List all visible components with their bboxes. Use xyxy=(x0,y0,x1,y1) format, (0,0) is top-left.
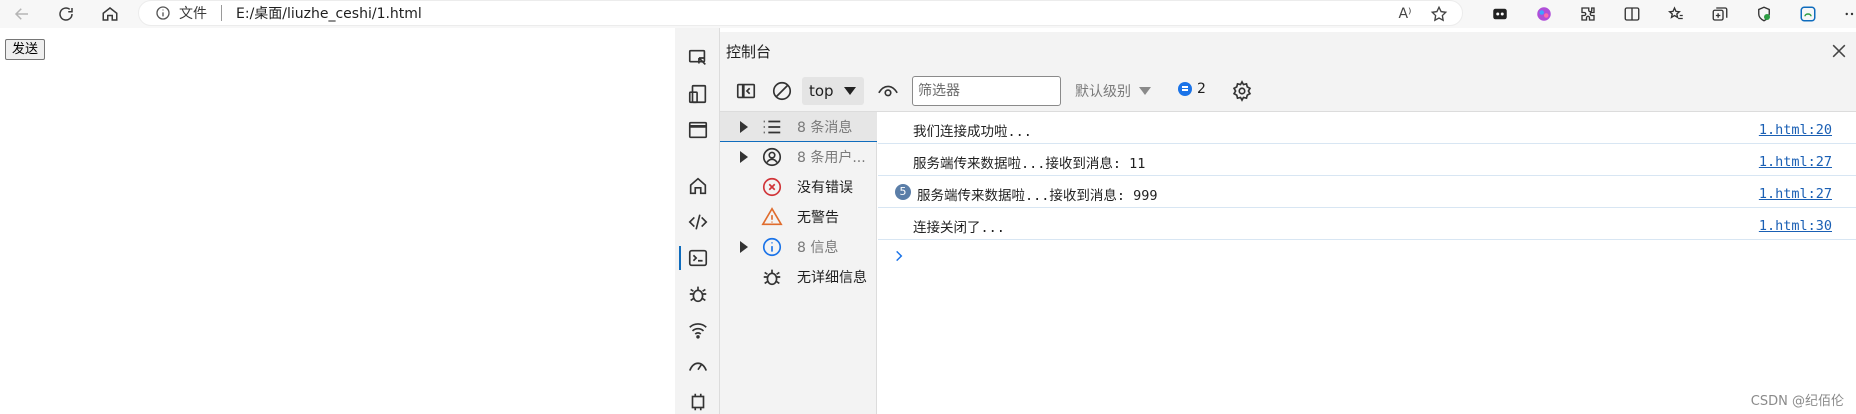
console-prompt-chevron-icon[interactable] xyxy=(892,249,906,267)
collections-icon[interactable] xyxy=(1698,0,1742,28)
sidebar-item-label: 8 信息 xyxy=(797,240,839,256)
filter-input[interactable] xyxy=(912,76,1061,106)
bug-icon xyxy=(760,265,784,289)
address-bar-actions: A⁾ xyxy=(1392,3,1452,25)
back-arrow-icon xyxy=(14,8,28,20)
live-expression-eye-icon[interactable] xyxy=(876,80,900,102)
log-source-link[interactable]: 1.html:20 xyxy=(1759,122,1832,138)
log-row: 5 服务端传来数据啦...接收到消息: 999 1.html:27 xyxy=(878,176,1856,208)
expand-arrow-icon[interactable] xyxy=(740,241,748,253)
console-panel-icon[interactable] xyxy=(675,240,720,276)
sidebar-item-warnings[interactable]: 无警告 xyxy=(720,202,877,232)
extensions-puzzle-icon[interactable] xyxy=(1566,0,1610,28)
close-icon[interactable] xyxy=(1828,40,1850,62)
warning-icon xyxy=(760,205,784,229)
sidebar-item-label: 没有错误 xyxy=(797,180,853,196)
list-icon xyxy=(760,115,784,139)
log-source-link[interactable]: 1.html:30 xyxy=(1759,218,1832,234)
console-sidebar: 8 条消息 8 条用户... 没有错误 无警告 8 信息 无详细信息 xyxy=(720,112,877,414)
performance-gauge-icon[interactable] xyxy=(675,348,720,384)
clear-console-icon[interactable] xyxy=(770,80,794,102)
memory-chip-icon[interactable] xyxy=(675,384,720,414)
log-level-value: 默认级别 xyxy=(1075,84,1131,100)
chevron-down-icon xyxy=(1139,87,1151,95)
chevron-down-icon xyxy=(844,87,856,95)
issues-count: 2 xyxy=(1197,81,1206,97)
home-panel-icon[interactable] xyxy=(675,168,720,204)
log-message: 服务端传来数据啦...接收到消息: 11 xyxy=(913,156,1146,172)
expand-arrow-icon[interactable] xyxy=(740,120,748,133)
url-text[interactable]: E:/桌面/liuzhe_ceshi/1.html xyxy=(236,3,422,23)
sidebar-item-errors[interactable]: 没有错误 xyxy=(720,172,877,202)
sidebar-item-label: 8 条消息 xyxy=(797,119,853,136)
home-button[interactable] xyxy=(90,0,130,28)
log-row: 我们连接成功啦... 1.html:20 xyxy=(878,112,1856,144)
sidebar-item-label: 8 条用户... xyxy=(797,150,866,166)
log-message: 我们连接成功啦... xyxy=(913,124,1032,140)
info-icon xyxy=(760,235,784,259)
favorites-icon[interactable] xyxy=(1654,0,1698,28)
split-screen-icon[interactable] xyxy=(1610,0,1654,28)
expand-arrow-icon[interactable] xyxy=(740,151,748,163)
send-button[interactable]: 发送 xyxy=(5,39,46,60)
issues-counter[interactable]: 2 xyxy=(1178,81,1206,97)
extension-dark-icon[interactable] xyxy=(1478,0,1522,28)
elements-code-icon[interactable] xyxy=(675,204,720,240)
address-separator xyxy=(221,5,222,21)
welcome-panel-icon[interactable] xyxy=(675,112,720,148)
console-toolbar: top 默认级别 2 xyxy=(720,70,1856,112)
issues-icon xyxy=(1178,82,1192,96)
sidebar-item-info[interactable]: 8 信息 xyxy=(720,232,877,262)
repeat-count-badge: 5 xyxy=(895,184,911,200)
devtools-header: 控制台 xyxy=(720,32,1856,70)
sidebar-item-label: 无详细信息 xyxy=(797,270,867,286)
refresh-icon xyxy=(59,7,73,21)
log-message: 服务端传来数据啦...接收到消息: 999 xyxy=(917,188,1158,204)
log-row: 连接关闭了... 1.html:30 xyxy=(878,208,1856,240)
address-bar[interactable]: 文件 E:/桌面/liuzhe_ceshi/1.html A⁾ xyxy=(138,0,1463,26)
log-source-link[interactable]: 1.html:27 xyxy=(1759,154,1832,170)
sources-bug-icon[interactable] xyxy=(675,276,720,312)
settings-gear-icon[interactable] xyxy=(1230,80,1254,102)
sidebar-item-label: 无警告 xyxy=(797,210,839,226)
favorite-star-icon[interactable] xyxy=(1426,3,1452,25)
file-label: 文件 xyxy=(179,6,207,22)
sidebar-item-messages[interactable]: 8 条消息 xyxy=(720,112,877,142)
home-icon xyxy=(102,7,118,21)
back-button[interactable] xyxy=(2,0,42,28)
log-source-link[interactable]: 1.html:27 xyxy=(1759,186,1832,202)
browser-essentials-icon[interactable] xyxy=(1742,0,1786,28)
devtools-title: 控制台 xyxy=(726,42,772,61)
device-emulation-icon[interactable] xyxy=(675,76,720,112)
sidebar-item-verbose[interactable]: 无详细信息 xyxy=(720,262,877,292)
log-level-select[interactable]: 默认级别 xyxy=(1075,81,1151,101)
more-options-icon[interactable] xyxy=(1830,0,1856,28)
extension-colorful-icon[interactable] xyxy=(1522,0,1566,28)
read-aloud-icon[interactable]: A⁾ xyxy=(1392,3,1418,25)
inspect-element-icon[interactable] xyxy=(675,40,720,76)
error-icon xyxy=(760,175,784,199)
info-icon[interactable] xyxy=(155,5,171,21)
page-content: 发送 xyxy=(0,28,675,414)
sidebar-item-user-messages[interactable]: 8 条用户... xyxy=(720,142,877,172)
extension-icons xyxy=(1478,0,1856,28)
console-log: 我们连接成功啦... 1.html:20 服务端传来数据啦...接收到消息: 1… xyxy=(878,112,1856,414)
context-select[interactable]: top xyxy=(802,77,864,105)
toggle-sidebar-icon[interactable] xyxy=(734,80,758,102)
network-wifi-icon[interactable] xyxy=(675,312,720,348)
context-select-value: top xyxy=(809,82,834,100)
log-message: 连接关闭了... xyxy=(913,220,1005,236)
watermark: CSDN @纪佰伦 xyxy=(1750,394,1844,409)
user-icon xyxy=(760,145,784,169)
log-row: 服务端传来数据啦...接收到消息: 11 1.html:27 xyxy=(878,144,1856,176)
edge-copilot-icon[interactable] xyxy=(1786,0,1830,28)
devtools-activity-bar xyxy=(675,28,720,414)
browser-toolbar: 文件 E:/桌面/liuzhe_ceshi/1.html A⁾ xyxy=(0,0,1856,28)
refresh-button[interactable] xyxy=(46,0,86,28)
